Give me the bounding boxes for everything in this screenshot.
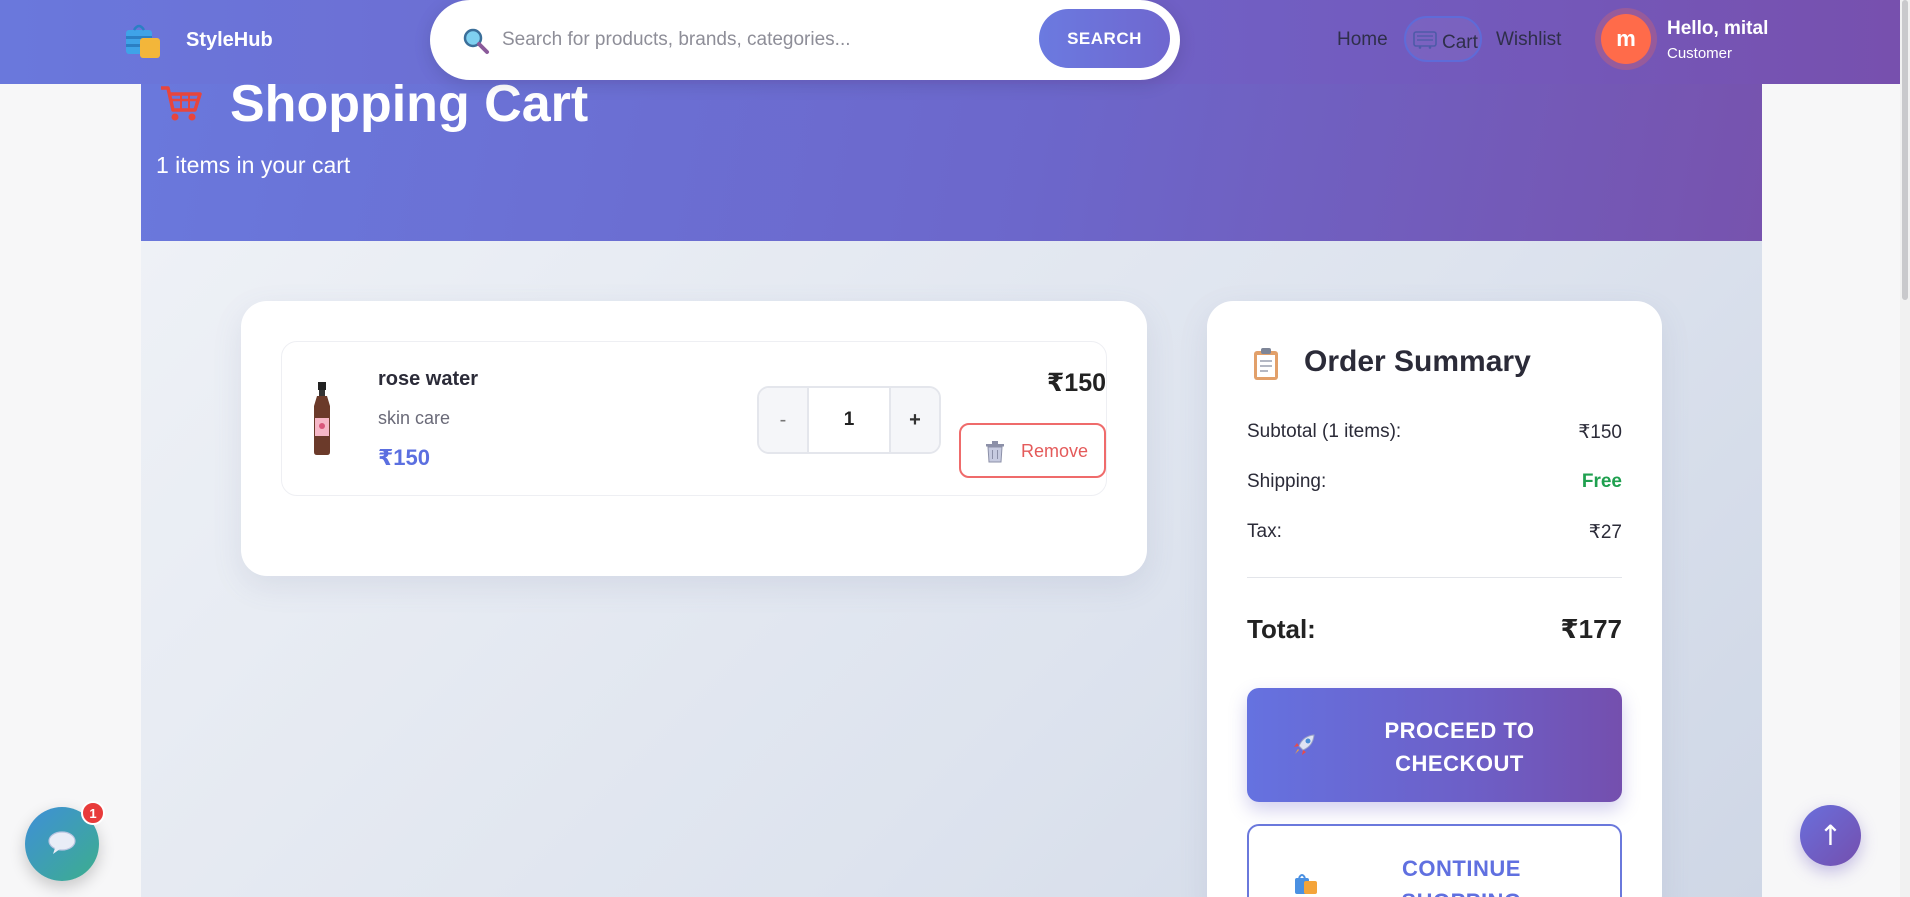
subtotal-value: ₹150: [1578, 422, 1622, 443]
scrollbar-thumb[interactable]: [1902, 0, 1908, 300]
cart-icon: [1413, 31, 1437, 49]
nav-link-cart[interactable]: Cart: [1404, 16, 1482, 62]
shopping-bag-logo-icon[interactable]: [122, 22, 164, 62]
top-navbar: StyleHub SEARCH Home Cart Wishlist m Hel…: [0, 0, 1900, 84]
tax-row: Tax: ₹27: [1247, 521, 1622, 543]
remove-item-button[interactable]: Remove: [959, 423, 1106, 478]
trash-icon: [986, 441, 1004, 463]
chat-bubble-icon: [48, 831, 76, 854]
product-unit-price: ₹150: [378, 445, 431, 470]
cart-items-card: rose water skin care ₹150 - 1 + ₹150 Rem…: [241, 301, 1147, 576]
shipping-label: Shipping:: [1247, 471, 1327, 492]
total-value: ₹177: [1560, 614, 1622, 644]
subtotal-row: Subtotal (1 items): ₹150: [1247, 421, 1622, 443]
rocket-icon: [1294, 734, 1315, 755]
subtotal-label: Subtotal (1 items):: [1247, 421, 1402, 442]
product-image[interactable]: [307, 382, 337, 456]
clipboard-icon: [1254, 348, 1278, 380]
quantity-stepper: - 1 +: [757, 386, 941, 454]
checkout-label: PROCEED TO CHECKOUT: [1384, 718, 1535, 776]
cart-item-count: 1 items in your cart: [156, 152, 351, 178]
product-category: skin care: [378, 408, 451, 428]
page-left-margin: [0, 0, 141, 897]
item-line-total: ₹150: [1046, 369, 1106, 397]
nav-link-wishlist[interactable]: Wishlist: [1496, 29, 1561, 51]
page-right-margin: [1762, 0, 1910, 897]
search-input[interactable]: [502, 20, 1002, 60]
proceed-to-checkout-button[interactable]: PROCEED TO CHECKOUT: [1247, 688, 1622, 802]
total-row: Total: ₹177: [1247, 614, 1622, 645]
order-summary-card: Order Summary Subtotal (1 items): ₹150 S…: [1207, 301, 1662, 897]
chat-notification-badge: 1: [81, 801, 105, 825]
nav-cart-label: Cart: [1442, 32, 1478, 53]
cart-main-area: rose water skin care ₹150 - 1 + ₹150 Rem…: [141, 241, 1762, 897]
scroll-to-top-button[interactable]: ↑: [1800, 805, 1861, 866]
cart-item: rose water skin care ₹150 - 1 + ₹150 Rem…: [281, 341, 1107, 496]
chat-button[interactable]: 1: [25, 801, 105, 881]
scrollbar[interactable]: [1900, 0, 1910, 897]
user-avatar[interactable]: m: [1601, 14, 1651, 64]
continue-shopping-label: CONTINUE SHOPPING: [1401, 856, 1521, 897]
search-icon: [463, 28, 489, 54]
product-name[interactable]: rose water: [378, 368, 478, 391]
search-bar: SEARCH: [430, 0, 1180, 80]
increase-quantity-button[interactable]: +: [889, 388, 939, 452]
user-greeting[interactable]: Hello, mital: [1667, 18, 1768, 40]
shopping-cart-icon: [161, 86, 202, 121]
summary-divider: [1247, 577, 1622, 578]
search-button[interactable]: SEARCH: [1039, 9, 1170, 68]
tax-label: Tax:: [1247, 521, 1282, 542]
cart-hero-banner: Shopping Cart 1 items in your cart: [141, 75, 1762, 241]
shipping-value: Free: [1581, 471, 1622, 492]
brand-name[interactable]: StyleHub: [186, 29, 273, 52]
continue-shopping-button[interactable]: CONTINUE SHOPPING: [1247, 824, 1622, 897]
order-summary-title: Order Summary: [1304, 345, 1531, 378]
shopping-bags-icon: [1295, 874, 1317, 894]
total-label: Total:: [1247, 614, 1316, 644]
quantity-value[interactable]: 1: [809, 388, 889, 452]
remove-label: Remove: [1021, 441, 1089, 461]
tax-value: ₹27: [1588, 522, 1622, 543]
nav-link-home[interactable]: Home: [1337, 29, 1388, 51]
decrease-quantity-button[interactable]: -: [759, 388, 809, 452]
shipping-row: Shipping: Free: [1247, 471, 1622, 493]
user-role: Customer: [1667, 45, 1733, 62]
